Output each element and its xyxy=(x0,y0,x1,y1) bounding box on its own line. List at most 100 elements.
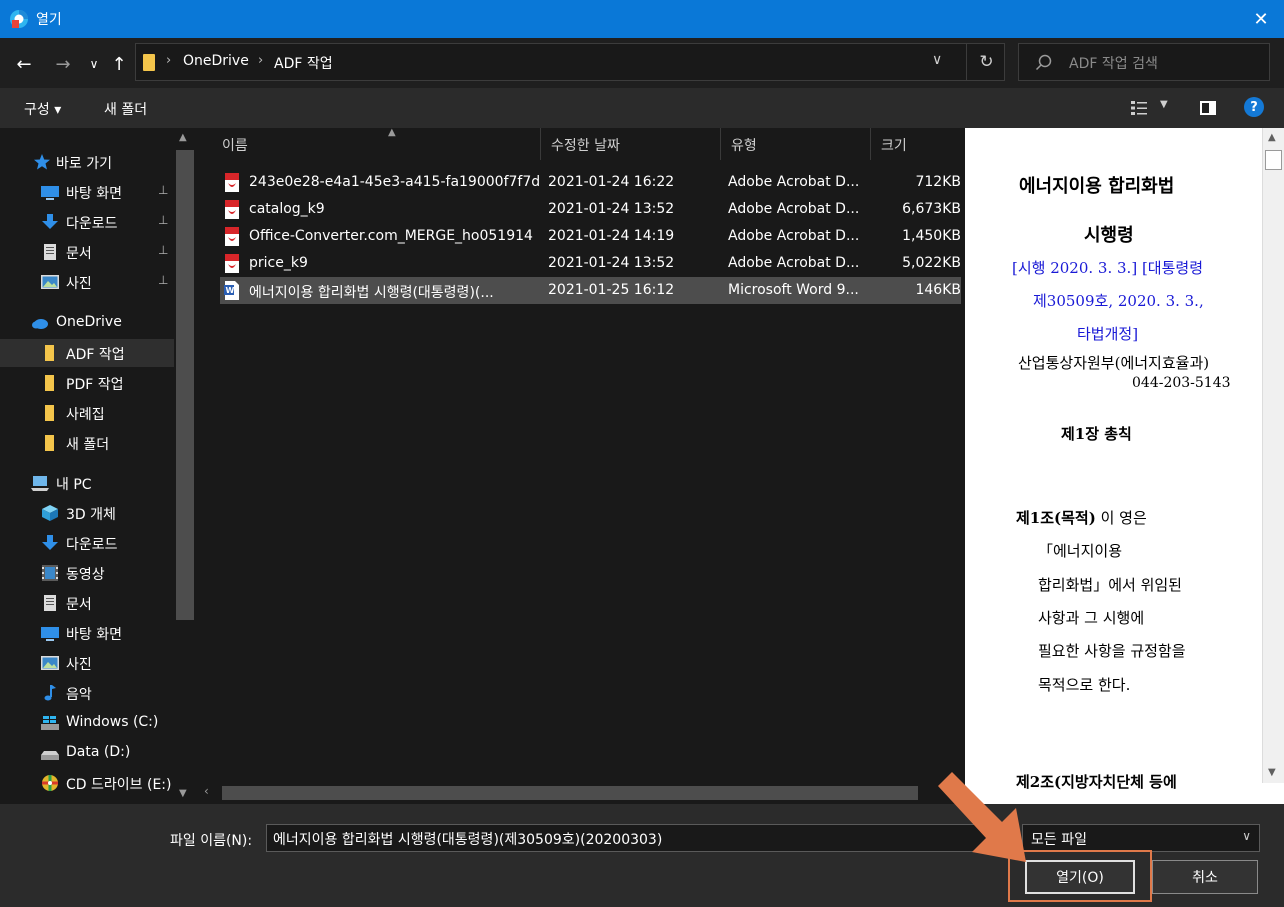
app-icon xyxy=(10,10,28,28)
file-row[interactable]: Office-Converter.com_MERGE_ho051914 2021… xyxy=(220,223,961,250)
preview-article2-head: 제2조(지방자치단체 등에 xyxy=(1016,773,1177,791)
sidebar-item-quick-access[interactable]: 바로 가기 xyxy=(0,148,174,176)
folder-icon xyxy=(45,435,54,451)
sidebar-item-this-pc[interactable]: 내 PC xyxy=(0,469,174,497)
sidebar-item-casebook-folder[interactable]: 사례집 xyxy=(0,399,174,427)
column-label: 이름 xyxy=(222,138,248,154)
file-list-hscrollbar[interactable]: ‹ xyxy=(196,780,965,804)
sidebar-item-label: ADF 작업 xyxy=(66,347,125,363)
sidebar-item-label: 다운로드 xyxy=(66,216,118,232)
sidebar-item-drive-d[interactable]: Data (D:) xyxy=(0,739,174,767)
file-size: 1,450KB xyxy=(902,228,961,244)
search-box[interactable]: ADF 작업 검색 xyxy=(1018,43,1270,81)
title-bar: 열기 ✕ xyxy=(0,0,1284,38)
up-arrow-icon: ↑ xyxy=(111,53,127,75)
file-size: 6,673KB xyxy=(902,201,961,217)
sidebar-scrollbar[interactable]: ▲ ▼ xyxy=(174,128,196,804)
preview-article1-line5: 필요한 사항을 규정함을 xyxy=(1038,642,1186,660)
sidebar-item-videos[interactable]: 동영상 xyxy=(0,559,174,587)
document-icon xyxy=(44,595,56,611)
sidebar-item-pc-documents[interactable]: 문서 xyxy=(0,589,174,617)
sidebar-item-adf-folder[interactable]: ADF 작업 xyxy=(0,339,174,367)
sidebar-item-label: 문서 xyxy=(66,597,92,613)
sidebar-item-cd-drive[interactable]: CD 드라이브 (E:) xyxy=(0,769,174,797)
file-type-select[interactable]: 모든 파일 ∨ xyxy=(1022,824,1260,852)
file-date: 2021-01-24 13:52 xyxy=(548,201,675,217)
address-dropdown-icon[interactable]: ∨ xyxy=(932,52,942,68)
back-arrow-icon: ← xyxy=(16,53,32,75)
sidebar-item-pc-desktop[interactable]: 바탕 화면 xyxy=(0,619,174,647)
file-row[interactable]: catalog_k9 2021-01-24 13:52 Adobe Acroba… xyxy=(220,196,961,223)
sidebar-item-downloads[interactable]: 다운로드 ⊥ xyxy=(0,208,174,236)
column-header-type[interactable]: 유형 xyxy=(721,128,871,160)
sidebar-item-label: Data (D:) xyxy=(66,744,131,760)
scroll-up-icon[interactable]: ▲ xyxy=(1268,132,1276,143)
file-size: 146KB xyxy=(915,282,961,298)
new-folder-button[interactable]: 새 폴더 xyxy=(104,99,147,119)
sidebar-item-new-folder[interactable]: 새 폴더 xyxy=(0,429,174,457)
organize-button[interactable]: 구성 ▾ xyxy=(24,99,61,119)
help-icon[interactable]: ? xyxy=(1244,97,1264,117)
star-icon xyxy=(34,154,50,170)
sidebar-item-label: 사진 xyxy=(66,657,92,673)
file-row-selected[interactable]: W 에너지이용 합리화법 시행령(대통령령)(... 2021-01-25 16… xyxy=(220,277,961,304)
sidebar-item-documents[interactable]: 문서 ⊥ xyxy=(0,238,174,266)
preview-title-line1: 에너지이용 합리화법 xyxy=(1019,176,1175,197)
scroll-up-icon[interactable]: ▲ xyxy=(179,132,187,143)
recent-locations-button[interactable]: ∨ xyxy=(82,52,106,76)
sidebar-item-music[interactable]: 음악 xyxy=(0,679,174,707)
sidebar-item-onedrive[interactable]: OneDrive xyxy=(0,309,174,337)
pdf-file-icon xyxy=(225,227,239,246)
desktop-icon xyxy=(41,627,59,641)
filename-input[interactable]: 에너지이용 합리화법 시행령(대통령령)(제30509호)(20200303) xyxy=(266,824,1016,852)
preview-scrollbar[interactable]: ▲ ▼ xyxy=(1262,128,1284,783)
preview-pane-icon[interactable] xyxy=(1200,101,1216,115)
view-options-caret-icon[interactable]: ▼ xyxy=(1160,99,1168,110)
scroll-down-icon[interactable]: ▼ xyxy=(1268,767,1276,778)
pin-icon: ⊥ xyxy=(158,213,169,227)
sidebar-scroll-thumb[interactable] xyxy=(176,150,194,620)
breadcrumb-onedrive[interactable]: OneDrive xyxy=(183,53,249,69)
file-list: ▲ 이름 수정한 날짜 유형 크기 243e0e28-e4a1-45e3-a41… xyxy=(196,127,965,804)
up-button[interactable]: ↑ xyxy=(107,52,131,76)
cloud-icon xyxy=(32,319,48,329)
sidebar-item-label: 새 폴더 xyxy=(66,437,110,453)
sidebar-item-pictures[interactable]: 사진 ⊥ xyxy=(0,268,174,296)
file-row[interactable]: price_k9 2021-01-24 13:52 Adobe Acrobat … xyxy=(220,250,961,277)
refresh-button[interactable]: ↻ xyxy=(966,44,1006,80)
address-bar[interactable]: › OneDrive › ADF 작업 ∨ ↻ xyxy=(135,43,1005,81)
column-header-name[interactable]: ▲ 이름 xyxy=(212,127,541,160)
preview-scroll-thumb[interactable] xyxy=(1265,150,1282,170)
sidebar-item-pdf-folder[interactable]: PDF 작업 xyxy=(0,369,174,397)
sidebar-item-drive-c[interactable]: Windows (C:) xyxy=(0,709,174,737)
scroll-left-icon[interactable]: ‹ xyxy=(204,784,209,798)
pdf-file-icon xyxy=(225,173,239,192)
filename-label: 파일 이름(N): xyxy=(170,833,253,849)
column-label: 수정한 날짜 xyxy=(551,138,620,154)
back-button[interactable]: ← xyxy=(12,52,36,76)
sidebar-item-label: 사례집 xyxy=(66,407,105,423)
sidebar-item-pc-pictures[interactable]: 사진 xyxy=(0,649,174,677)
sidebar-item-3d-objects[interactable]: 3D 개체 xyxy=(0,499,174,527)
chevron-down-icon: ∨ xyxy=(89,57,99,71)
pictures-icon xyxy=(41,656,59,670)
file-type: Microsoft Word 9... xyxy=(728,282,859,298)
refresh-icon: ↻ xyxy=(979,52,994,72)
view-options-icon[interactable] xyxy=(1131,100,1147,116)
cancel-button[interactable]: 취소 xyxy=(1152,860,1258,894)
preview-title-line2: 시행령 xyxy=(1084,225,1134,246)
window-title: 열기 xyxy=(36,12,62,28)
sidebar-item-pc-downloads[interactable]: 다운로드 xyxy=(0,529,174,557)
hscroll-thumb[interactable] xyxy=(222,786,918,800)
column-header-size[interactable]: 크기 xyxy=(871,128,965,160)
file-type: Adobe Acrobat D... xyxy=(728,255,860,271)
sidebar-item-desktop[interactable]: 바탕 화면 ⊥ xyxy=(0,178,174,206)
column-header-date[interactable]: 수정한 날짜 xyxy=(541,128,721,160)
file-row[interactable]: 243e0e28-e4a1-45e3-a415-fa19000f7f7d... … xyxy=(220,169,961,196)
breadcrumb-adf-folder[interactable]: ADF 작업 xyxy=(274,53,333,73)
forward-button[interactable]: → xyxy=(51,52,75,76)
sidebar-item-label: 문서 xyxy=(66,246,92,262)
close-button[interactable]: ✕ xyxy=(1238,0,1284,38)
scroll-down-icon[interactable]: ▼ xyxy=(179,788,187,799)
sidebar-item-label: CD 드라이브 (E:) xyxy=(66,777,172,793)
